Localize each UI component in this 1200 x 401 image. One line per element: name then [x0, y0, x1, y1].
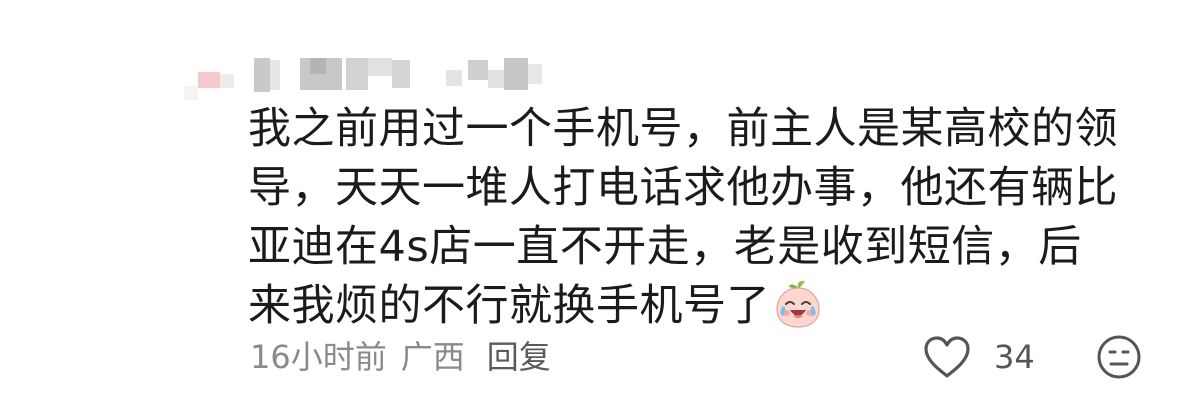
crying-laughing-peach-emoji-icon	[776, 280, 820, 328]
comment-meta: 16小时前 广西 回复	[250, 333, 551, 381]
comment-body: 我之前用过一个手机号，前主人是某高校的领导，天天一堆人打电话求他办事，他还有辆比…	[248, 104, 1118, 331]
comment-time: 16小时前	[250, 338, 387, 376]
like-count: 34	[994, 338, 1035, 376]
like-button[interactable]: 34	[922, 332, 1035, 382]
heart-outline-icon	[924, 336, 970, 378]
unhappy-face-icon[interactable]	[1096, 334, 1142, 380]
reply-button[interactable]: 回复	[487, 338, 551, 376]
username-mosaic[interactable]	[178, 50, 558, 100]
comment-location: 广西	[400, 338, 465, 376]
comment-text: 我之前用过一个手机号，前主人是某高校的领导，天天一堆人打电话求他办事，他还有辆比…	[248, 100, 1118, 336]
comment-item: 我之前用过一个手机号，前主人是某高校的领导，天天一堆人打电话求他办事，他还有辆比…	[0, 0, 1200, 401]
